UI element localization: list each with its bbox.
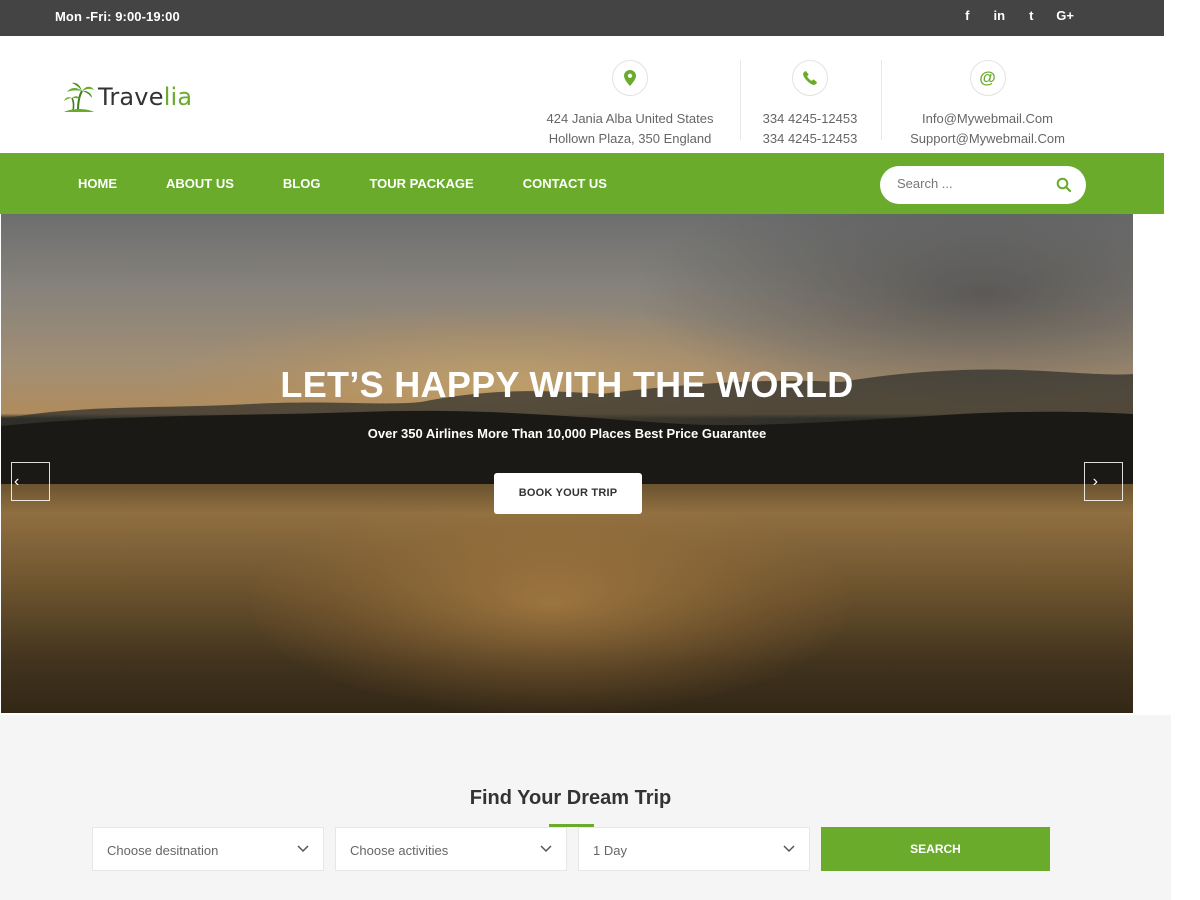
twitter-icon[interactable]: t xyxy=(1024,8,1038,23)
contact-address: 424 Jania Alba United States Hollown Pla… xyxy=(540,60,720,149)
search-box xyxy=(880,166,1086,204)
contact-email: @ Info@Mywebmail.Com Support@Mywebmail.C… xyxy=(890,60,1085,149)
nav-item-home[interactable]: HOME xyxy=(78,176,117,191)
duration-select[interactable]: 1 Day xyxy=(578,827,810,871)
divider xyxy=(740,60,741,140)
address-line-1: 424 Jania Alba United States xyxy=(546,111,714,126)
duration-value: 1 Day xyxy=(593,843,627,858)
chevron-left-icon: ‹ xyxy=(14,472,20,490)
palm-tree-icon xyxy=(64,82,94,112)
search-icon[interactable] xyxy=(1056,177,1072,193)
site-header: Travelia 424 Jania Alba United States Ho… xyxy=(0,36,1164,153)
activities-select[interactable]: Choose activities xyxy=(335,827,567,871)
nav-item-blog[interactable]: BLOG xyxy=(283,176,321,191)
map-pin-icon xyxy=(612,60,648,96)
phone-line-1: 334 4245-12453 xyxy=(762,111,858,126)
address-line-2: Hollown Plaza, 350 England xyxy=(548,131,712,146)
nav-item-about-us[interactable]: ABOUT US xyxy=(166,176,234,191)
slider-next-button[interactable]: › xyxy=(1084,462,1123,501)
nav-item-contact-us[interactable]: CONTACT US xyxy=(523,176,607,191)
activities-value: Choose activities xyxy=(350,843,449,858)
main-nav: HOME ABOUT US BLOG TOUR PACKAGE CONTACT … xyxy=(0,153,1164,214)
google-plus-icon[interactable]: G+ xyxy=(1056,8,1074,23)
search-input[interactable] xyxy=(897,176,1047,191)
destination-select[interactable]: Choose desitnation xyxy=(92,827,324,871)
contact-phone: 334 4245-12453 334 4245-12453 xyxy=(755,60,865,149)
hero-overlay xyxy=(1,214,1133,713)
business-hours: Mon -Fri: 9:00-19:00 xyxy=(55,9,180,24)
book-your-trip-button[interactable]: BOOK YOUR TRIP xyxy=(494,473,642,514)
chevron-down-icon xyxy=(540,845,552,853)
facebook-icon[interactable]: f xyxy=(960,8,974,23)
phone-icon xyxy=(792,60,828,96)
social-links: f in t G+ xyxy=(960,8,1074,23)
page-gutter xyxy=(1133,214,1200,715)
linkedin-icon[interactable]: in xyxy=(992,8,1006,23)
slider-prev-button[interactable]: ‹ xyxy=(11,462,50,501)
hero-subtitle: Over 350 Airlines More Than 10,000 Place… xyxy=(367,426,767,441)
email-line-1[interactable]: Info@Mywebmail.Com xyxy=(890,109,1085,129)
chevron-down-icon xyxy=(297,845,309,853)
finder-title: Find Your Dream Trip xyxy=(469,787,672,809)
phone-line-2: 334 4245-12453 xyxy=(762,131,858,146)
search-button[interactable]: SEARCH xyxy=(821,827,1050,871)
logo-text: Travelia xyxy=(98,83,193,111)
chevron-right-icon: › xyxy=(1092,472,1098,490)
hero-title: LET’S HAPPY WITH THE WORLD xyxy=(280,364,854,405)
at-icon: @ xyxy=(969,60,1006,96)
trip-finder: Find Your Dream Trip Choose desitnation … xyxy=(0,715,1171,900)
logo[interactable]: Travelia xyxy=(62,80,192,114)
nav-item-tour-package[interactable]: TOUR PACKAGE xyxy=(369,176,473,191)
chevron-down-icon xyxy=(783,845,795,853)
email-line-2[interactable]: Support@Mywebmail.Com xyxy=(890,129,1085,149)
top-bar: Mon -Fri: 9:00-19:00 f in t G+ xyxy=(0,0,1164,36)
hero-slider: LET’S HAPPY WITH THE WORLD Over 350 Airl… xyxy=(1,214,1133,713)
destination-value: Choose desitnation xyxy=(107,843,219,858)
divider xyxy=(881,60,882,140)
nav-menu: HOME ABOUT US BLOG TOUR PACKAGE CONTACT … xyxy=(78,176,656,191)
